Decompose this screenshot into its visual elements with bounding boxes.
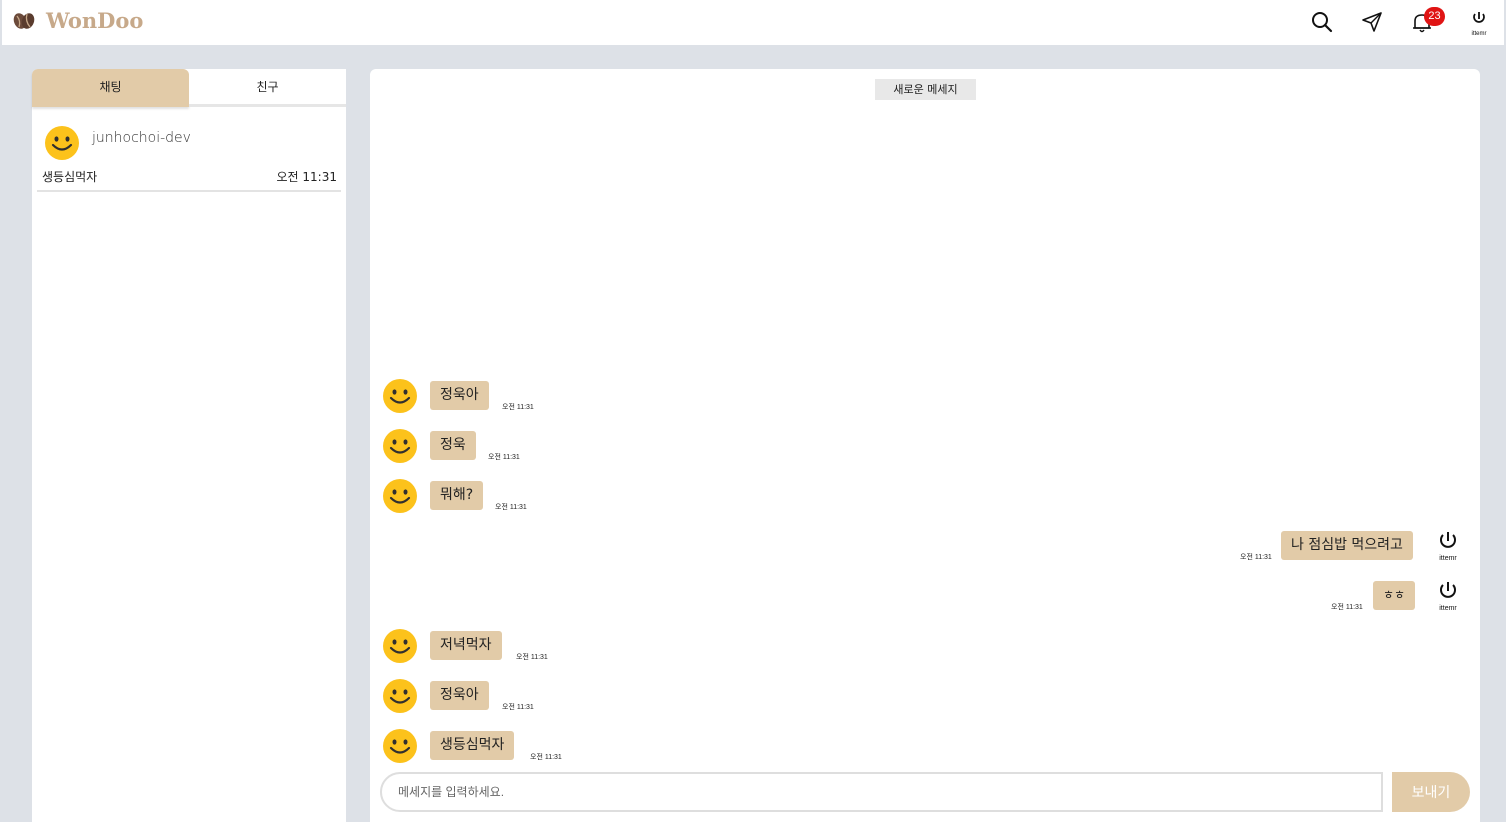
- new-messages-divider: 새로운 메세지: [875, 79, 976, 100]
- message-bubble: 생등심먹자: [430, 731, 515, 760]
- coffee-bean-icon: [13, 12, 35, 29]
- chat-list-panel: 채팅 친구 junhochoi-dev 생등심먹자 오전 11:31: [32, 69, 346, 822]
- user-avatar[interactable]: ittemr: [1466, 9, 1492, 37]
- smiley-avatar-icon: [383, 629, 417, 663]
- avatar-text: ittemr: [1471, 31, 1487, 37]
- chat-panel: 새로운 메세지 정욱아 오전 11:31 정욱 오전 11:31 뭐해? 오전 …: [370, 69, 1480, 822]
- message-bubble: ㅎㅎ: [1373, 581, 1416, 610]
- avatar-text: ittemr: [1439, 555, 1457, 562]
- room-time: 오전 11:31: [276, 170, 337, 184]
- power-logo-icon: [1440, 532, 1456, 548]
- smiley-avatar-icon: [383, 679, 417, 713]
- logo[interactable]: WonDoo: [12, 8, 143, 33]
- message-time: 오전 11:31: [488, 454, 520, 461]
- smiley-avatar-icon: [383, 729, 417, 763]
- notification-badge: 23: [1424, 7, 1445, 26]
- top-navbar: WonDoo 23 ittemr: [2, 0, 1504, 45]
- message-bubble: 정욱아: [430, 381, 489, 410]
- message-bubble: 정욱아: [430, 681, 489, 710]
- smiley-avatar-icon: [45, 126, 79, 160]
- message-time: 오전 11:31: [530, 754, 562, 761]
- message-time: 오전 11:31: [516, 654, 548, 661]
- message-sent: 오전 11:31 나 점심밥 먹으려고 ittemr: [1230, 528, 1470, 564]
- avatar-text: ittemr: [1439, 605, 1457, 612]
- message-time: 오전 11:31: [1331, 604, 1363, 611]
- power-logo-icon: [1473, 12, 1485, 23]
- message-bubble: 나 점심밥 먹으려고: [1281, 531, 1413, 560]
- room-user-name: junhochoi-dev: [92, 130, 191, 146]
- room-last-message: 생등심먹자: [42, 170, 98, 184]
- send-icon[interactable]: [1359, 9, 1385, 35]
- message-sent: 오전 11:31 ㅎㅎ ittemr: [1320, 578, 1470, 614]
- message-time: 오전 11:31: [502, 704, 534, 711]
- send-button[interactable]: 보내기: [1392, 772, 1470, 812]
- message-time: 오전 11:31: [502, 404, 534, 411]
- tab-chat[interactable]: 채팅: [32, 69, 189, 107]
- tab-friends[interactable]: 친구: [189, 69, 346, 107]
- message-time: 오전 11:31: [495, 504, 527, 511]
- smiley-avatar-icon: [383, 429, 417, 463]
- search-icon[interactable]: [1309, 9, 1335, 35]
- message-time: 오전 11:31: [1240, 554, 1272, 561]
- message-bubble: 저녁먹자: [430, 631, 502, 660]
- chat-room-item[interactable]: junhochoi-dev 생등심먹자 오전 11:31: [37, 121, 341, 192]
- message-input[interactable]: [380, 772, 1383, 812]
- message-bubble: 정욱: [430, 431, 476, 460]
- my-avatar: ittemr: [1430, 578, 1466, 614]
- smiley-avatar-icon: [383, 479, 417, 513]
- message-bubble: 뭐해?: [430, 481, 484, 510]
- power-logo-icon: [1440, 582, 1456, 598]
- brand-name: WonDoo: [46, 8, 144, 33]
- my-avatar: ittemr: [1430, 528, 1466, 564]
- smiley-avatar-icon: [383, 379, 417, 413]
